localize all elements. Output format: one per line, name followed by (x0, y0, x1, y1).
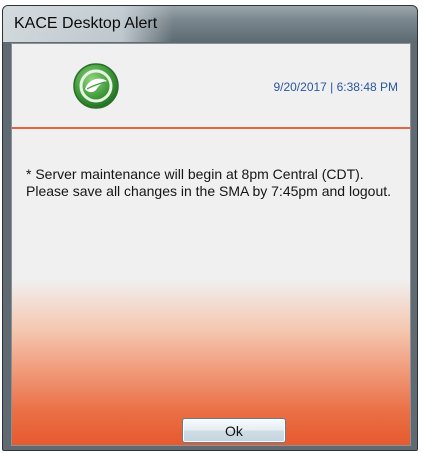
alert-header: 9/20/2017 | 6:38:48 PM (12, 44, 410, 127)
alert-timestamp: 9/20/2017 | 6:38:48 PM (273, 80, 398, 94)
page-edge (418, 0, 427, 453)
alert-message: * Server maintenance will begin at 8pm C… (26, 166, 392, 199)
title-bar[interactable]: KACE Desktop Alert (3, 6, 417, 42)
alert-window: KACE Desktop Alert 9/20/2017 | 6:38:48 P… (2, 5, 418, 451)
header-divider (12, 127, 410, 129)
alert-body: 9/20/2017 | 6:38:48 PM * Server maintena… (11, 43, 411, 446)
kace-leaf-logo-icon (73, 63, 119, 109)
window-title: KACE Desktop Alert (14, 15, 158, 32)
ok-button[interactable]: Ok (182, 418, 286, 443)
